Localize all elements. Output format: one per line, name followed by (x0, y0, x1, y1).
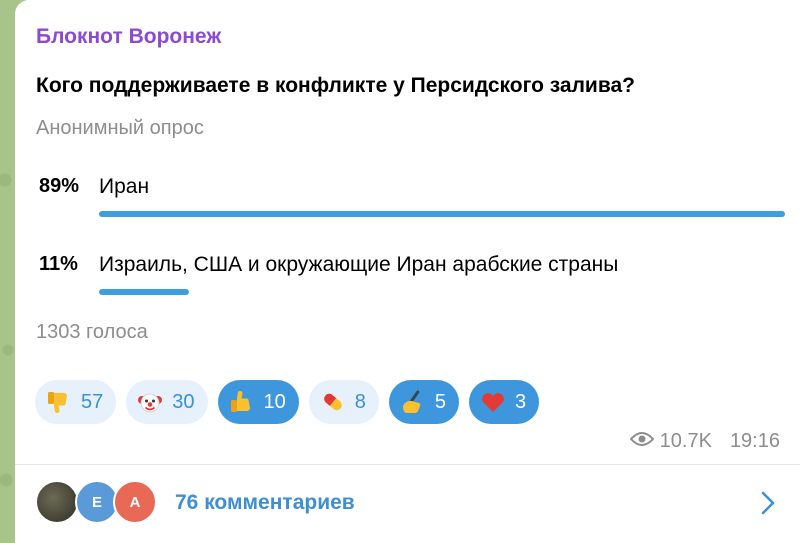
poll-vote-count: 1303 голоса (36, 321, 148, 343)
avatar (35, 480, 79, 524)
reaction-count: 57 (81, 390, 104, 413)
reaction-clown[interactable]: 30 (126, 380, 208, 424)
reaction-writing-hand[interactable]: 5 (388, 380, 459, 424)
poll-option-percent: 89% (39, 175, 80, 197)
poll-option-bar (99, 289, 189, 295)
reaction-pill[interactable]: 8 (308, 380, 379, 424)
red-heart-icon (478, 387, 508, 417)
channel-name[interactable]: Блокнот Воронеж (36, 25, 221, 49)
poll-type: Анонимный опрос (36, 117, 204, 139)
pill-icon (318, 387, 348, 417)
reaction-count: 3 (515, 390, 527, 413)
reactions-row: 57 30 10 8 5 3 (35, 380, 540, 424)
chevron-right-icon (761, 491, 775, 520)
avatar: A (113, 480, 157, 524)
thumbs-down-icon (44, 387, 74, 417)
reaction-thumbs-down[interactable]: 57 (35, 380, 117, 424)
poll-option-bar (99, 211, 785, 217)
clown-face-icon (135, 387, 165, 417)
writing-hand-icon (398, 387, 428, 417)
view-count: 10.7K (659, 430, 712, 452)
poll-message: Блокнот Воронеж Кого поддерживаете в кон… (15, 0, 800, 543)
reaction-count: 10 (263, 390, 286, 413)
thumbs-up-icon (227, 387, 257, 417)
comments-label: 76 комментариев (175, 491, 355, 514)
reaction-count: 8 (354, 390, 366, 413)
reaction-count: 30 (172, 390, 195, 413)
commenter-avatars: E A (35, 480, 165, 524)
reaction-count: 5 (434, 390, 446, 413)
poll-question: Кого поддерживаете в конфликте у Персидс… (36, 74, 635, 97)
reaction-heart[interactable]: 3 (469, 380, 540, 424)
poll-option-label: Израиль, США и окружающие Иран арабские … (99, 253, 619, 276)
eye-icon (629, 430, 655, 453)
poll-option-label: Иран (99, 175, 150, 198)
poll-option-percent: 11% (39, 253, 78, 275)
message-time: 19:16 (729, 430, 780, 452)
comments-button[interactable]: E A 76 комментариев (15, 465, 800, 543)
reaction-thumbs-up[interactable]: 10 (217, 380, 299, 424)
message-meta: 10.7K 19:16 (629, 430, 780, 453)
